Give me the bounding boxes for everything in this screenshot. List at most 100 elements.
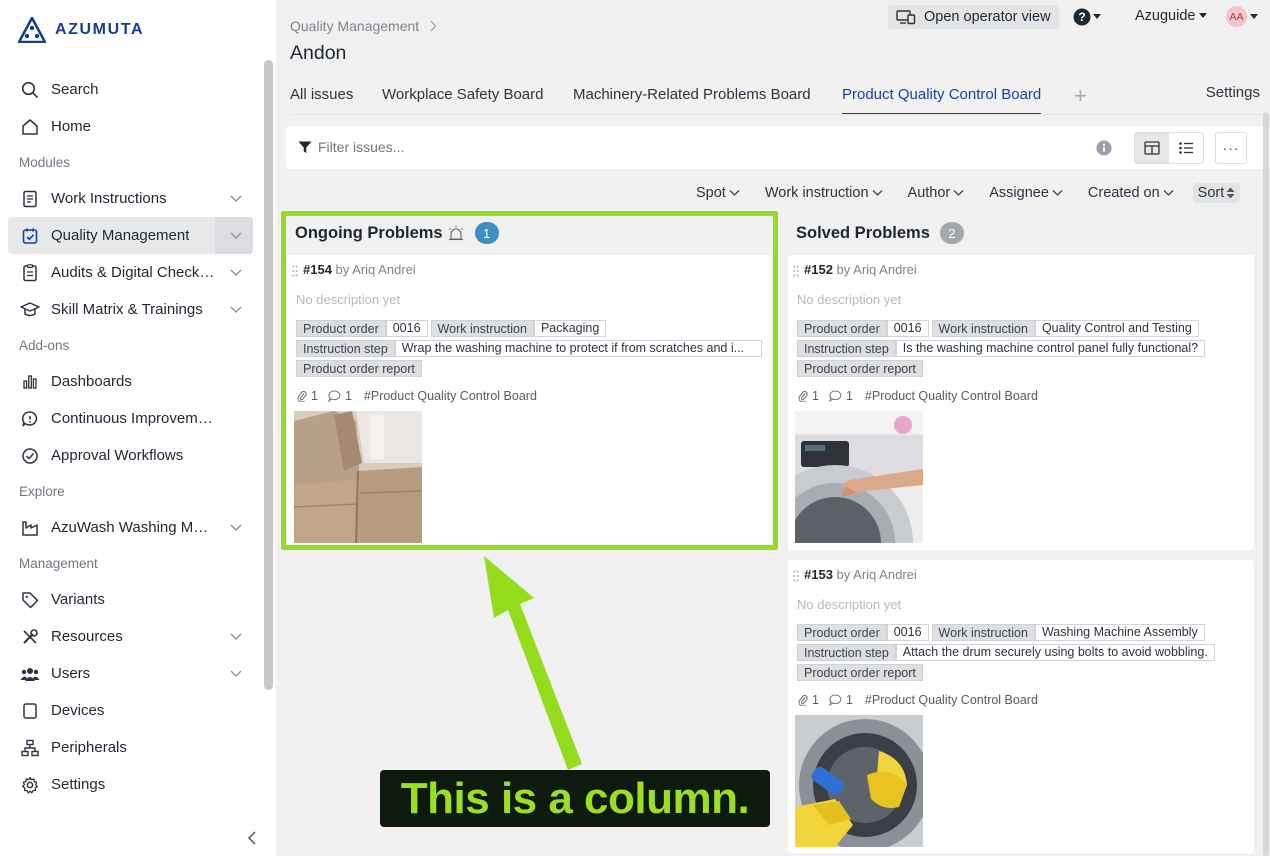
- filter-icon: [298, 141, 312, 154]
- sidebar-item-resources[interactable]: Resources: [8, 618, 253, 655]
- sidebar-item-home[interactable]: Home: [8, 108, 253, 145]
- logo[interactable]: AZUMUTA: [18, 16, 144, 44]
- sidebar-item-label: Resources: [51, 628, 123, 645]
- sidebar-item-dashboards[interactable]: Dashboards: [8, 363, 253, 400]
- chevron-right-icon: [430, 20, 437, 32]
- tab-divider: [290, 114, 1270, 115]
- open-operator-view-button[interactable]: Open operator view: [888, 5, 1059, 29]
- help-icon: ?: [1073, 8, 1091, 26]
- sidebar-item-azuwash[interactable]: AzuWash Washing Machines: [8, 509, 253, 546]
- author-filter-label: Author: [907, 185, 951, 201]
- chevron-down-icon: [729, 190, 740, 196]
- product-order-report-tag[interactable]: Product order report: [797, 664, 923, 681]
- graduation-cap-icon: [20, 300, 40, 320]
- sidebar-section-explore: Explore: [19, 484, 65, 499]
- sidebar-item-search[interactable]: Search: [8, 71, 253, 108]
- assignee-filter[interactable]: Assignee: [989, 185, 1063, 201]
- chevron-down-icon[interactable]: [229, 666, 243, 680]
- drag-handle-icon[interactable]: [793, 265, 799, 277]
- tag-value: Washing Machine Assembly: [1034, 624, 1205, 641]
- breadcrumb-link[interactable]: Quality Management: [290, 18, 419, 34]
- attachment-count: 1: [812, 389, 819, 403]
- user-menu[interactable]: AA: [1226, 6, 1258, 27]
- tab-all-issues[interactable]: All issues: [290, 84, 353, 116]
- chevron-down-icon[interactable]: [229, 191, 243, 205]
- caret-down-icon: [1093, 14, 1101, 19]
- more-options-button[interactable]: ···: [1215, 132, 1247, 164]
- comment-count: 1: [845, 389, 853, 403]
- sidebar-item-variants[interactable]: Variants: [8, 581, 253, 618]
- breadcrumb: Quality Management: [290, 18, 437, 34]
- tag-row: Product order report: [797, 360, 923, 377]
- product-order-report-tag[interactable]: Product order report: [797, 360, 923, 377]
- assignee-filter-label: Assignee: [989, 185, 1049, 201]
- chevron-down-icon[interactable]: [229, 520, 243, 534]
- sidebar-item-audits[interactable]: Audits & Digital Checklists: [8, 254, 253, 291]
- list-view-button[interactable]: [1169, 133, 1203, 163]
- sidebar-item-quality-management[interactable]: Quality Management: [8, 217, 253, 254]
- tab-product-quality-control-board[interactable]: Product Quality Control Board: [842, 84, 1042, 115]
- info-icon[interactable]: [1096, 140, 1112, 156]
- created-on-filter-label: Created on: [1087, 185, 1160, 201]
- main-scrollbar[interactable]: [1263, 112, 1269, 856]
- tab-settings[interactable]: Settings: [1206, 84, 1260, 101]
- tag-row: Instruction step Attach the drum securely…: [797, 644, 1215, 661]
- column-count-badge: 2: [939, 222, 964, 244]
- tag-value: Quality Control and Testing: [1034, 320, 1199, 337]
- board-tag[interactable]: #Product Quality Control Board: [865, 693, 1038, 707]
- help-menu[interactable]: ?: [1073, 8, 1101, 26]
- sidebar-item-label: Peripherals: [51, 739, 127, 756]
- sort-button[interactable]: Sort: [1192, 183, 1241, 203]
- tab-machinery-problems-board[interactable]: Machinery-Related Problems Board: [573, 84, 811, 116]
- search-icon: [20, 80, 40, 100]
- sidebar-scrollbar[interactable]: [264, 60, 273, 690]
- work-instruction-filter[interactable]: Work instruction: [765, 185, 883, 201]
- issue-card-152[interactable]: #152 by Ariq Andrei No description yet P…: [788, 255, 1254, 550]
- sidebar-item-users[interactable]: Users: [8, 655, 253, 692]
- filter-issues-input[interactable]: [318, 139, 618, 155]
- add-tab-icon[interactable]: +: [1074, 83, 1087, 109]
- spot-filter-label: Spot: [696, 185, 726, 201]
- issue-card-153[interactable]: #153 by Ariq Andrei No description yet P…: [788, 560, 1254, 853]
- chevron-down-icon[interactable]: [229, 228, 243, 242]
- chevron-down-icon[interactable]: [229, 265, 243, 279]
- issue-photo-washing-machine-panel[interactable]: [795, 411, 923, 543]
- sidebar-item-label: Settings: [51, 776, 106, 793]
- home-icon: [20, 117, 40, 137]
- card-meta: 1 1 #Product Quality Control Board: [798, 693, 1038, 707]
- organization-menu[interactable]: Azuguide: [1135, 8, 1208, 24]
- board-tabs: All issues Workplace Safety Board Machin…: [290, 83, 1270, 118]
- board-tag[interactable]: #Product Quality Control Board: [865, 389, 1038, 403]
- collapse-sidebar-icon[interactable]: [246, 830, 258, 846]
- sidebar-item-devices[interactable]: Devices: [8, 692, 253, 729]
- tag-key: Work instruction: [931, 320, 1035, 337]
- sidebar-item-label: Home: [51, 118, 92, 135]
- spot-filter[interactable]: Spot: [696, 185, 740, 201]
- board-view-icon: [1144, 141, 1160, 155]
- sort-icon: [1226, 187, 1235, 199]
- board-view-button[interactable]: [1135, 133, 1169, 163]
- attachment-count: 1: [812, 693, 819, 707]
- tab-workplace-safety-board[interactable]: Workplace Safety Board: [382, 84, 543, 116]
- tag-key: Instruction step: [797, 340, 896, 357]
- sidebar-item-skill-matrix[interactable]: Skill Matrix & Trainings: [8, 291, 253, 328]
- sidebar: AZUMUTA Search Home Modules Work Instruc…: [0, 0, 276, 856]
- sidebar-item-label: Variants: [51, 591, 105, 608]
- chevron-down-icon[interactable]: [229, 629, 243, 643]
- author-filter[interactable]: Author: [908, 185, 965, 201]
- azumuta-logo-icon: [18, 17, 46, 43]
- issue-description: No description yet: [797, 292, 902, 307]
- sidebar-item-label: AzuWash Washing Machines: [51, 519, 216, 536]
- issue-photo-washing-machine-drum[interactable]: [795, 715, 923, 847]
- drag-handle-icon[interactable]: [793, 570, 799, 582]
- sidebar-item-settings[interactable]: Settings: [8, 766, 253, 803]
- sidebar-item-label: Audits & Digital Checklists: [51, 264, 216, 281]
- sidebar-item-label: Quality Management: [51, 227, 190, 244]
- sidebar-item-peripherals[interactable]: Peripherals: [8, 729, 253, 766]
- sidebar-item-approval-workflows[interactable]: Approval Workflows: [8, 437, 253, 474]
- created-on-filter[interactable]: Created on: [1088, 185, 1174, 201]
- sidebar-item-continuous-improvement[interactable]: Continuous Improvement: [8, 400, 253, 437]
- sidebar-section-management: Management: [19, 556, 98, 571]
- sidebar-item-work-instructions[interactable]: Work Instructions: [8, 180, 253, 217]
- chevron-down-icon[interactable]: [229, 302, 243, 316]
